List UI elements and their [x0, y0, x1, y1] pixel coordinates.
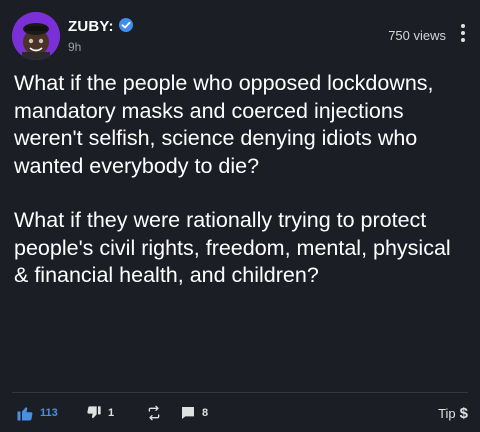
- comment-count: 8: [202, 407, 209, 419]
- dislike-button[interactable]: 1: [86, 400, 114, 426]
- repost-button[interactable]: [146, 400, 162, 426]
- divider: [12, 392, 468, 393]
- comment-button[interactable]: 8: [180, 400, 208, 426]
- thumbs-down-icon: [87, 406, 101, 419]
- tip-button[interactable]: Tip $: [438, 400, 468, 426]
- post-paragraph-2: What if they were rationally trying to p…: [14, 208, 451, 287]
- post-timestamp: 9h: [68, 40, 82, 54]
- action-bar: 113 1 8 Tip $: [16, 400, 468, 426]
- comment-icon: [182, 407, 194, 419]
- dislike-count: 1: [108, 407, 115, 419]
- post-text: What if the people who opposed lockdowns…: [14, 70, 468, 290]
- author-name[interactable]: ZUBY:: [68, 18, 114, 35]
- more-vertical-icon[interactable]: [458, 24, 468, 46]
- verified-badge-icon: [119, 18, 133, 32]
- like-count: 113: [40, 407, 58, 419]
- tip-label: Tip: [438, 405, 456, 421]
- post-paragraph-1: What if the people who opposed lockdowns…: [14, 71, 434, 178]
- repost-icon: [148, 405, 160, 421]
- post-header: ZUBY: 9h 750 views: [12, 12, 468, 60]
- view-count: 750 views: [388, 28, 446, 43]
- thumbs-up-icon: [17, 407, 33, 421]
- avatar[interactable]: [12, 12, 60, 60]
- like-button[interactable]: 113: [16, 400, 58, 426]
- avatar-image: [12, 12, 60, 60]
- dollar-sign: $: [459, 404, 468, 422]
